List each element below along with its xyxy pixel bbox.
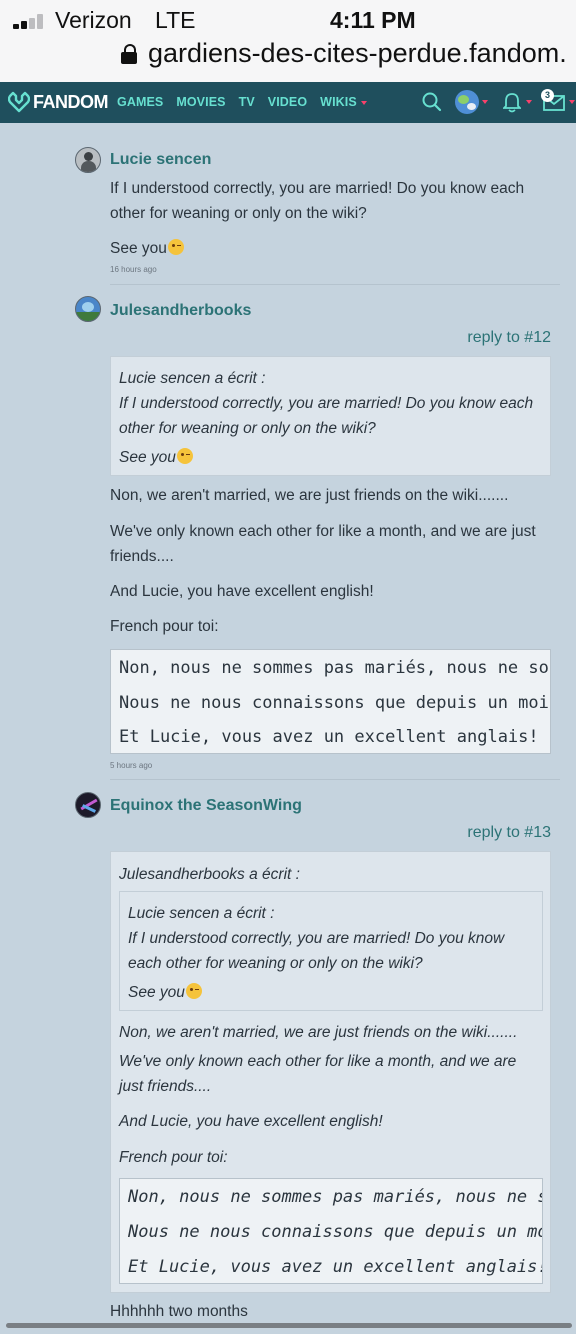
nav-link-movies[interactable]: MOVIES	[176, 95, 225, 109]
code-line: Nous ne nous connaissons que depuis un m…	[119, 693, 549, 713]
comment-text: If I understood correctly, you are marri…	[110, 180, 525, 222]
search-icon[interactable]	[422, 91, 442, 113]
quote-line: If I understood correctly, you are marri…	[128, 930, 505, 947]
network-type: LTE	[155, 7, 196, 33]
quote-block: Lucie sencen a écrit : If I understood c…	[110, 356, 551, 476]
comment-text: Hhhhhh two months	[110, 1303, 248, 1320]
fandom-nav-bar: FANDOM GAMES MOVIES TV VIDEO WIKIS 3	[0, 82, 576, 123]
quote-line: See you	[119, 445, 193, 470]
avatar-chevron-down-icon[interactable]	[482, 100, 488, 104]
quote-heading: Lucie sencen a écrit :	[119, 370, 266, 387]
user-avatar-globe-icon[interactable]	[455, 90, 479, 114]
quote-heading: Lucie sencen a écrit :	[128, 905, 275, 922]
code-block[interactable]: Non, nous ne sommes pas mariés, nous ne …	[110, 649, 551, 754]
nav-link-wikis-label: WIKIS	[320, 95, 357, 109]
nav-link-games[interactable]: GAMES	[117, 95, 163, 109]
quote-line: French pour toi:	[119, 1149, 228, 1166]
avatar[interactable]	[75, 147, 101, 173]
quote-line: Non, we aren't married, we are just frie…	[119, 1024, 518, 1041]
quote-line: other for weaning or only on the wiki?	[119, 420, 376, 437]
comment-text: We've only known each other for like a m…	[110, 523, 536, 565]
quote-line-text: See you	[128, 984, 185, 1001]
code-line: Non, nous ne sommes pas mariés, nous ne …	[128, 1187, 543, 1207]
comment-text: Non, we aren't married, we are just frie…	[110, 487, 509, 504]
messages-chevron-down-icon[interactable]	[569, 100, 575, 104]
nav-links: GAMES MOVIES TV VIDEO WIKIS	[117, 95, 380, 109]
signal-strength-icon	[13, 13, 47, 29]
comment-text: French pour toi:	[110, 618, 219, 635]
quote-line: See you	[128, 980, 202, 1005]
bell-chevron-down-icon[interactable]	[526, 100, 532, 104]
wink-emoji-icon	[176, 448, 193, 464]
avatar[interactable]	[75, 792, 101, 818]
comment-author[interactable]: Lucie sencen	[110, 151, 211, 169]
bell-icon[interactable]	[503, 91, 521, 113]
horizontal-scrollbar[interactable]	[6, 1323, 572, 1328]
status-time: 4:11 PM	[330, 7, 416, 33]
fandom-logo[interactable]: FANDOM	[8, 91, 109, 113]
quote-line: If I understood correctly, you are marri…	[119, 395, 534, 412]
reply-to-link[interactable]: reply to #13	[467, 824, 551, 842]
nav-link-tv[interactable]: TV	[239, 95, 255, 109]
carrier-name: Verizon	[55, 7, 132, 33]
comment-timestamp: 16 hours ago	[110, 265, 157, 274]
code-line: Et Lucie, vous avez un excellent anglais…	[128, 1257, 543, 1277]
code-line: Et Lucie, vous avez un excellent anglais…	[119, 727, 539, 747]
quote-line: We've only known each other for like a m…	[119, 1053, 517, 1070]
nav-link-video[interactable]: VIDEO	[268, 95, 307, 109]
quote-line-text: See you	[119, 449, 176, 466]
comment-text-line: See you	[110, 240, 167, 257]
quote-block: Julesandherbooks a écrit : Lucie sencen …	[110, 851, 551, 1293]
fandom-wordmark: FANDOM	[33, 91, 109, 112]
comment-timestamp: 5 hours ago	[110, 761, 153, 770]
comment-text: See you	[110, 236, 555, 261]
nested-quote-block: Lucie sencen a écrit : If I understood c…	[119, 891, 543, 1011]
code-line: Non, nous ne sommes pas mariés, nous ne …	[119, 658, 549, 678]
fandom-heart-icon	[8, 91, 30, 113]
wink-emoji-icon	[167, 239, 184, 255]
status-bar: Verizon LTE 4:11 PM gardiens-des-cites-p…	[0, 0, 576, 82]
code-block[interactable]: Non, nous ne sommes pas mariés, nous ne …	[119, 1178, 543, 1284]
divider	[110, 779, 560, 780]
code-line: Nous ne nous connaissons que depuis un m…	[128, 1222, 543, 1242]
lock-icon	[121, 44, 137, 64]
quote-line: just friends....	[119, 1078, 212, 1095]
quote-heading: Julesandherbooks a écrit :	[119, 866, 300, 883]
quote-line: each other for weaning or only on the wi…	[128, 955, 423, 972]
comment-author[interactable]: Julesandherbooks	[110, 302, 251, 320]
wink-emoji-icon	[185, 983, 202, 999]
avatar[interactable]	[75, 296, 101, 322]
notification-count-badge: 3	[541, 89, 554, 102]
address-bar[interactable]: gardiens-des-cites-perdue.fandom.	[148, 38, 567, 69]
reply-to-link[interactable]: reply to #12	[467, 329, 551, 347]
nav-link-wikis[interactable]: WIKIS	[320, 95, 367, 109]
divider	[110, 284, 560, 285]
comment-author[interactable]: Equinox the SeasonWing	[110, 797, 302, 815]
chevron-down-icon	[360, 100, 367, 105]
comment-text: And Lucie, you have excellent english!	[110, 583, 374, 600]
quote-line: And Lucie, you have excellent english!	[119, 1113, 383, 1130]
